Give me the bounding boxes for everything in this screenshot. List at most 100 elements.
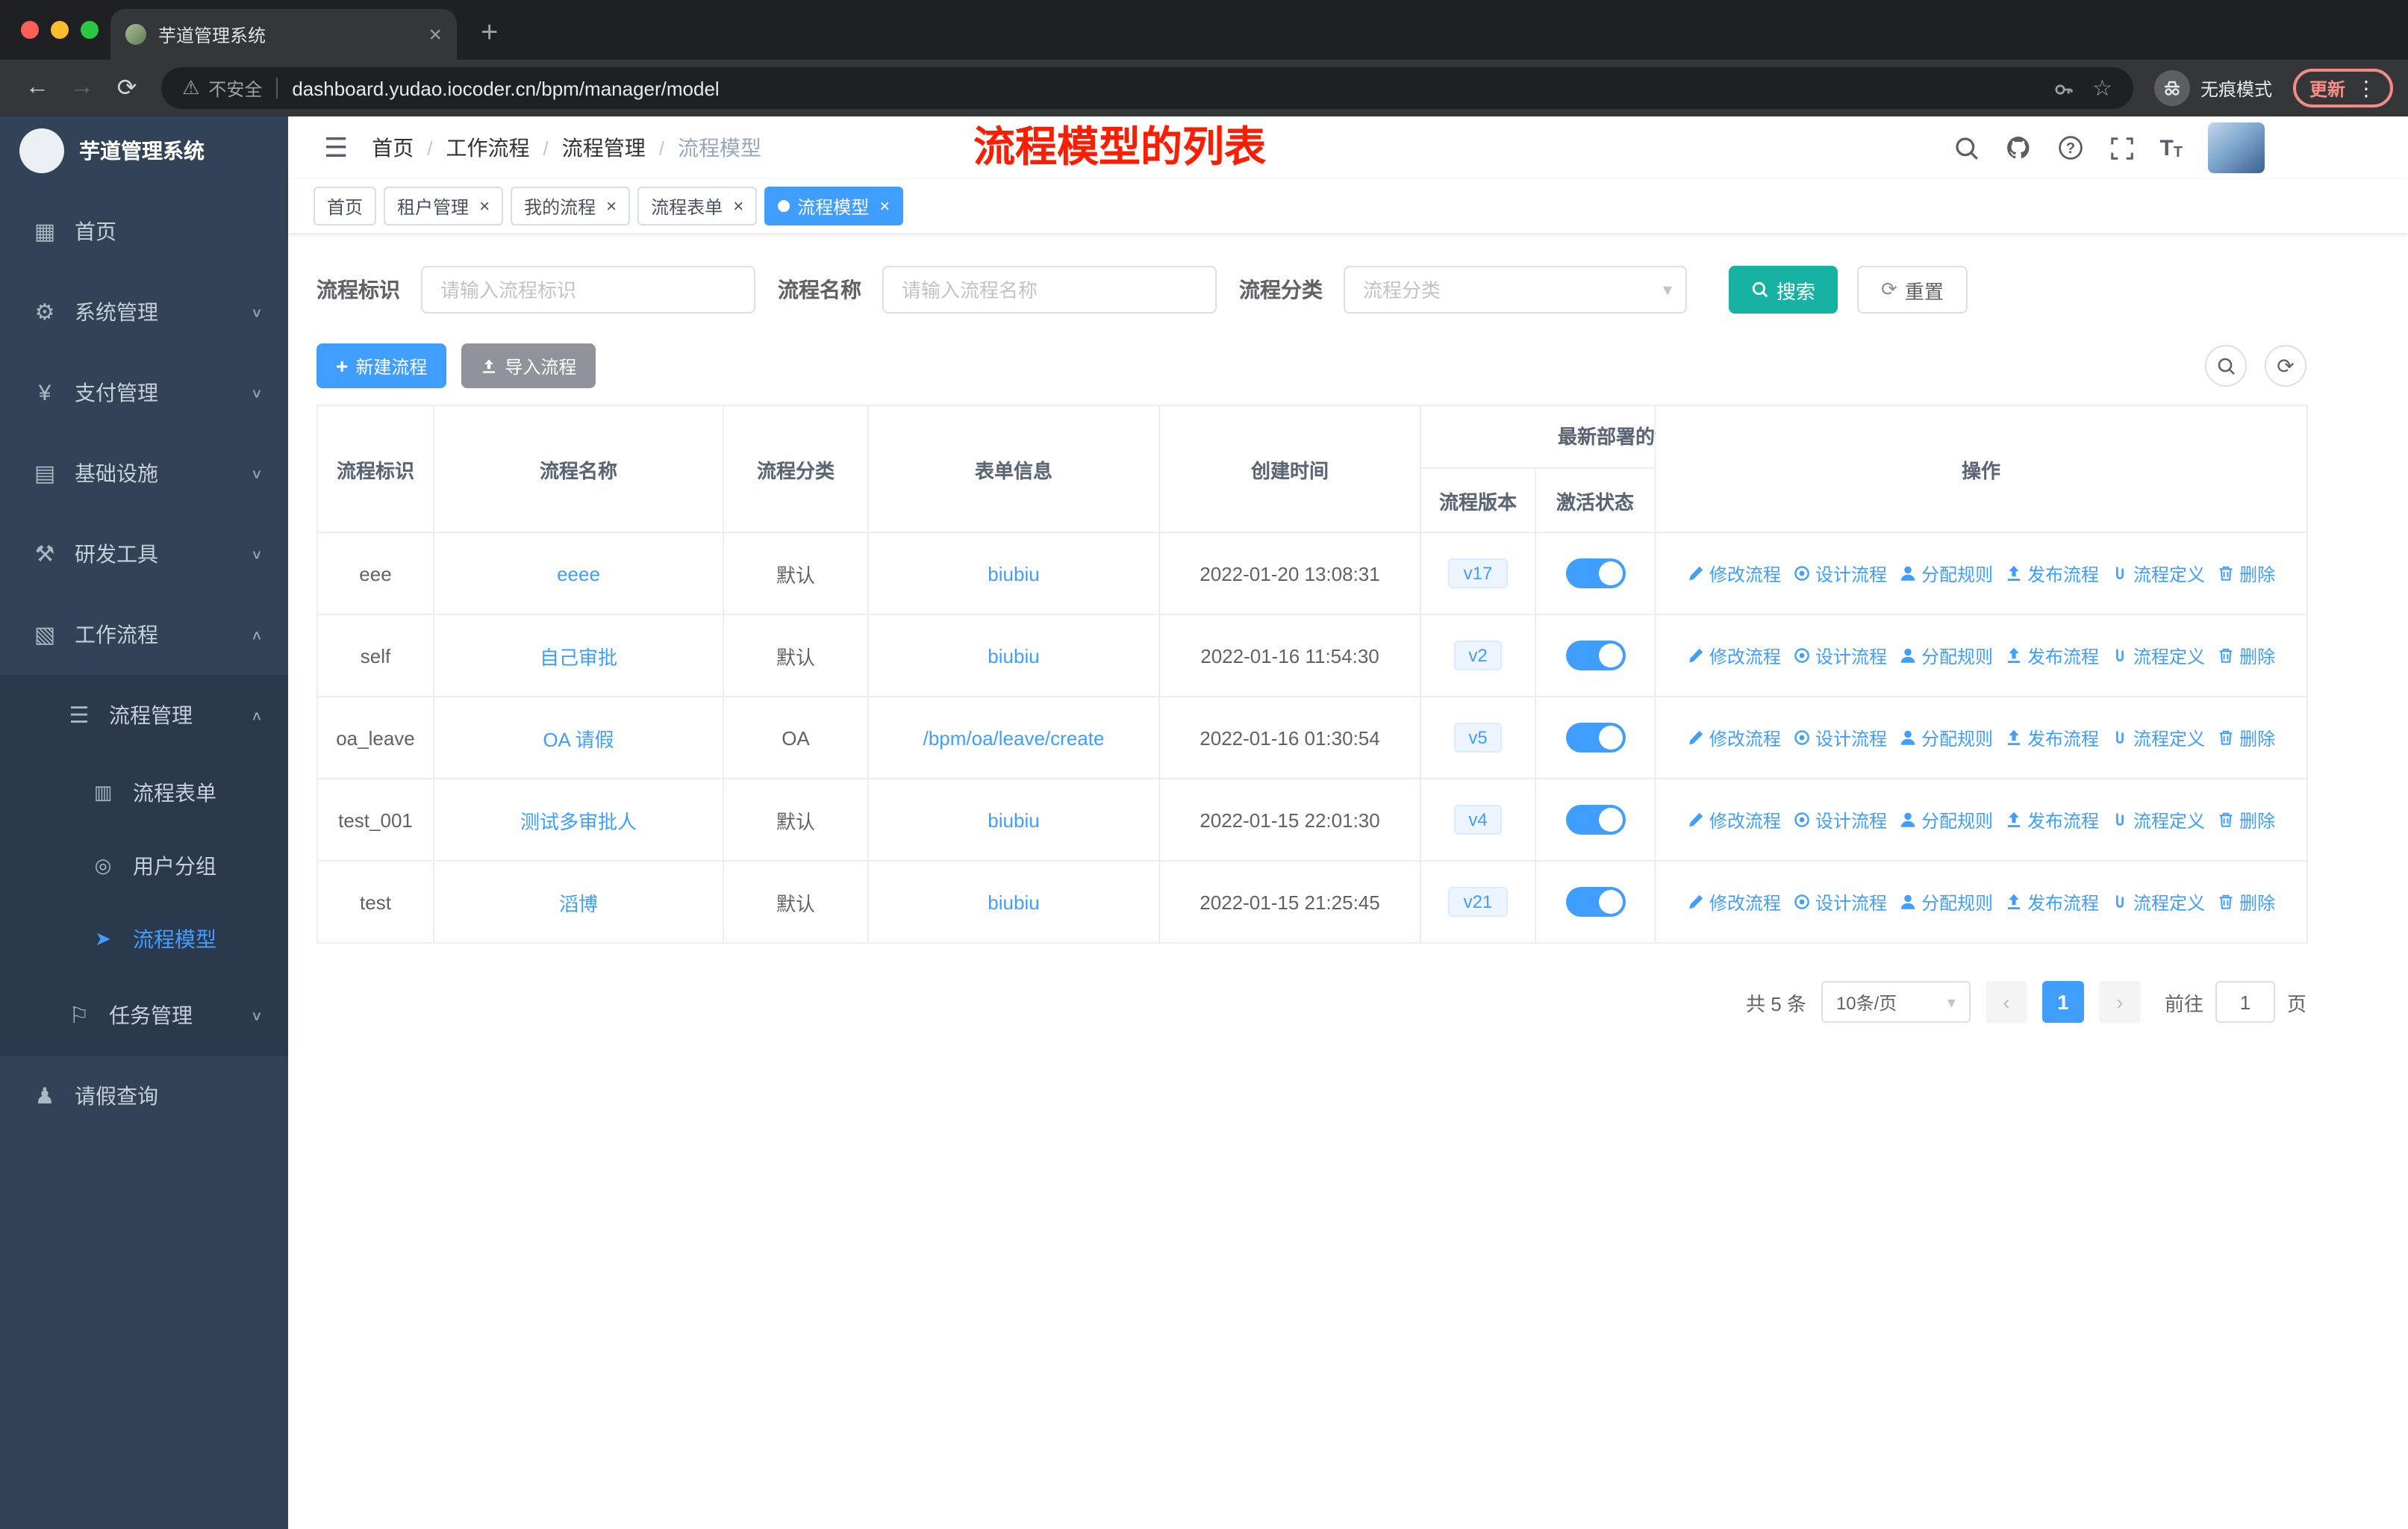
close-icon[interactable]: ×: [879, 197, 890, 215]
tab-close-icon[interactable]: ×: [428, 23, 442, 46]
form-link[interactable]: /bpm/oa/leave/create: [923, 726, 1105, 749]
help-icon[interactable]: ?: [2056, 134, 2083, 161]
action-modify-model-link[interactable]: 修改流程: [1687, 561, 1781, 586]
back-icon[interactable]: ←: [15, 75, 60, 102]
sidebar-item-user-group[interactable]: ◎ 用户分组: [0, 829, 288, 902]
model-name-link[interactable]: OA 请假: [543, 728, 614, 750]
active-toggle[interactable]: [1565, 558, 1625, 588]
sidebar-item-workflow[interactable]: ▧ 工作流程 ∧: [0, 594, 288, 675]
search-button[interactable]: 搜索: [1729, 266, 1838, 314]
form-link[interactable]: biubiu: [988, 891, 1039, 913]
refresh-table-button[interactable]: ⟳: [2265, 345, 2306, 387]
sidebar-item-system[interactable]: ⚙ 系统管理 ∨: [0, 272, 288, 352]
close-icon[interactable]: ×: [479, 197, 490, 215]
action-delete-model-link[interactable]: 删除: [2217, 807, 2275, 832]
action-delete-model-link[interactable]: 删除: [2217, 561, 2275, 586]
sidebar-item-infrastructure[interactable]: ▤ 基础设施 ∨: [0, 433, 288, 514]
action-design-model-link[interactable]: 设计流程: [1793, 725, 1887, 750]
filter-category-select[interactable]: ▾: [1344, 266, 1687, 314]
form-link[interactable]: biubiu: [988, 809, 1039, 831]
filter-key-input[interactable]: [421, 266, 755, 314]
active-toggle[interactable]: [1565, 641, 1625, 670]
page-size-select[interactable]: 10条/页 ▾: [1821, 981, 1971, 1023]
next-page-button[interactable]: ›: [2098, 981, 2141, 1023]
new-tab-button[interactable]: +: [481, 18, 498, 48]
action-modify-model-link[interactable]: 修改流程: [1687, 807, 1781, 832]
fullscreen-icon[interactable]: [2109, 135, 2134, 161]
close-window-button[interactable]: [21, 21, 39, 39]
sidebar-item-task-management[interactable]: ⚐ 任务管理 ∨: [0, 975, 288, 1056]
action-model-definition-link[interactable]: 流程定义: [2111, 807, 2205, 832]
action-modify-model-link[interactable]: 修改流程: [1687, 725, 1781, 750]
model-name-link[interactable]: eeee: [557, 562, 600, 585]
form-link[interactable]: biubiu: [988, 644, 1039, 667]
browser-tab[interactable]: 芋道管理系统 ×: [110, 9, 457, 60]
view-tag[interactable]: 流程模型 ×: [764, 187, 904, 225]
view-tag[interactable]: 我的流程 ×: [511, 187, 631, 225]
active-toggle[interactable]: [1565, 887, 1625, 917]
model-name-link[interactable]: 滔博: [559, 892, 598, 915]
sidebar-item-process-form[interactable]: ▥ 流程表单: [0, 756, 288, 829]
sidebar-item-process-management[interactable]: ☰ 流程管理 ∧: [0, 675, 288, 756]
action-assign-rule-link[interactable]: 分配规则: [1899, 643, 1993, 668]
zoom-window-button[interactable]: [81, 21, 99, 39]
action-modify-model-link[interactable]: 修改流程: [1687, 643, 1781, 668]
action-publish-model-link[interactable]: 发布流程: [2005, 561, 2099, 586]
model-name-link[interactable]: 自己审批: [540, 646, 617, 668]
search-icon[interactable]: [1953, 135, 1979, 161]
action-model-definition-link[interactable]: 流程定义: [2111, 889, 2205, 915]
import-model-button[interactable]: 导入流程: [461, 343, 596, 388]
filter-name-input[interactable]: [882, 266, 1217, 314]
action-publish-model-link[interactable]: 发布流程: [2005, 643, 2099, 668]
action-delete-model-link[interactable]: 删除: [2217, 643, 2275, 668]
goto-page-input[interactable]: [2215, 981, 2275, 1023]
view-tag[interactable]: 首页: [314, 187, 377, 225]
action-assign-rule-link[interactable]: 分配规则: [1899, 807, 1993, 832]
create-model-button[interactable]: + 新建流程: [316, 343, 447, 388]
action-assign-rule-link[interactable]: 分配规则: [1899, 889, 1993, 915]
sidebar-item-home[interactable]: ▦ 首页: [0, 191, 288, 272]
action-design-model-link[interactable]: 设计流程: [1793, 561, 1887, 586]
sidebar-item-devtools[interactable]: ⚒ 研发工具 ∨: [0, 514, 288, 594]
action-design-model-link[interactable]: 设计流程: [1793, 643, 1887, 668]
breadcrumb-item[interactable]: 工作流程: [446, 133, 530, 163]
close-icon[interactable]: ×: [733, 197, 743, 215]
page-1-button[interactable]: 1: [2042, 981, 2084, 1023]
update-button[interactable]: 更新 ⋮: [2292, 69, 2393, 108]
breadcrumb-item[interactable]: 流程模型: [678, 133, 761, 163]
browser-menu-icon[interactable]: ⋮: [2356, 75, 2377, 101]
active-toggle[interactable]: [1565, 805, 1625, 835]
bookmark-star-icon[interactable]: ☆: [2092, 75, 2112, 102]
model-name-link[interactable]: 测试多审批人: [520, 810, 637, 832]
active-toggle[interactable]: [1565, 723, 1625, 753]
forward-icon[interactable]: →: [60, 75, 105, 102]
action-assign-rule-link[interactable]: 分配规则: [1899, 561, 1993, 586]
toggle-search-button[interactable]: [2205, 345, 2247, 387]
close-icon[interactable]: ×: [606, 197, 617, 215]
fold-sidebar-icon[interactable]: ☰: [324, 132, 348, 164]
breadcrumb-item[interactable]: 首页: [372, 133, 414, 163]
minimize-window-button[interactable]: [51, 21, 69, 39]
breadcrumb-item[interactable]: 流程管理: [562, 133, 646, 163]
sidebar-item-process-model[interactable]: ➤ 流程模型: [0, 902, 288, 975]
user-avatar[interactable]: [2208, 122, 2265, 173]
action-publish-model-link[interactable]: 发布流程: [2005, 807, 2099, 832]
action-delete-model-link[interactable]: 删除: [2217, 725, 2275, 750]
sidebar-item-leave-query[interactable]: ♟ 请假查询: [0, 1056, 288, 1136]
action-model-definition-link[interactable]: 流程定义: [2111, 561, 2205, 586]
font-size-icon[interactable]: TT: [2159, 135, 2183, 161]
action-modify-model-link[interactable]: 修改流程: [1687, 889, 1781, 915]
action-design-model-link[interactable]: 设计流程: [1793, 889, 1887, 915]
view-tag[interactable]: 流程表单 ×: [637, 187, 758, 225]
action-assign-rule-link[interactable]: 分配规则: [1899, 725, 1993, 750]
action-delete-model-link[interactable]: 删除: [2217, 889, 2275, 915]
prev-page-button[interactable]: ‹: [1985, 981, 2027, 1023]
action-model-definition-link[interactable]: 流程定义: [2111, 643, 2205, 668]
reset-button[interactable]: ⟳ 重置: [1857, 266, 1968, 314]
action-model-definition-link[interactable]: 流程定义: [2111, 725, 2205, 750]
reload-icon[interactable]: ⟳: [105, 73, 149, 103]
sidebar-item-payment[interactable]: ¥ 支付管理 ∨: [0, 352, 288, 433]
github-icon[interactable]: [2004, 134, 2031, 161]
view-tag[interactable]: 租户管理 ×: [384, 187, 504, 225]
action-publish-model-link[interactable]: 发布流程: [2005, 889, 2099, 915]
